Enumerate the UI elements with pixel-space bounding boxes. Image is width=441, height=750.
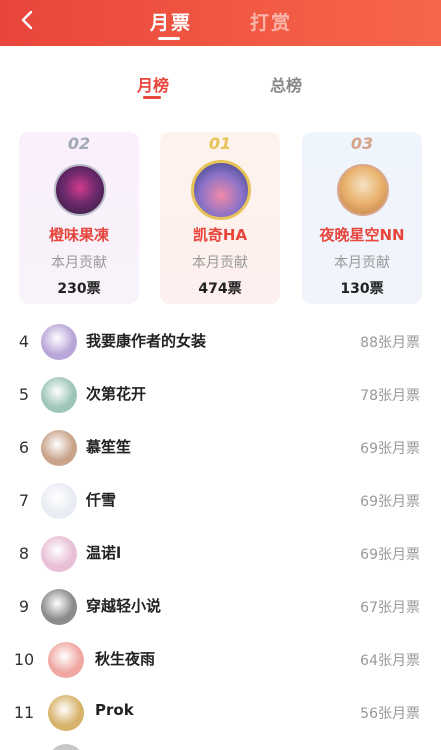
podium-card-third[interactable]: 03 夜晚星空NN 本月贡献 130票 (302, 132, 422, 304)
list-item[interactable]: 4 我要康作者的女装 88张月票 (0, 318, 441, 371)
user-name: 温诺l (86, 544, 122, 562)
user-name: 穿越轻小说 (86, 597, 162, 615)
top-bar: 月票 打赏 (0, 0, 441, 46)
avatar[interactable] (41, 324, 77, 360)
vote-count: 69张月票 (360, 494, 420, 510)
list-item[interactable]: 9 穿越轻小说 67张月票 (0, 583, 441, 636)
podium-user-name: 凯奇HA (192, 226, 248, 244)
avatar[interactable] (48, 642, 84, 678)
podium-rank-number: 03 (350, 134, 374, 153)
podium-user-name: 夜晚星空NN (319, 226, 405, 244)
list-item[interactable]: 10 秋生夜雨 64张月票 (0, 636, 441, 689)
podium-contribution-label: 本月贡献 (51, 255, 107, 271)
vote-count: 69张月票 (360, 441, 420, 457)
rank-number: 6 (18, 438, 30, 457)
rank-number: 10 (13, 650, 35, 669)
list-item[interactable]: 6 慕笙笙 69张月票 (0, 424, 441, 477)
list-item-partial (0, 742, 441, 750)
avatar[interactable] (41, 589, 77, 625)
avatar[interactable] (337, 164, 389, 216)
list-item[interactable]: 7 仟雪 69张月票 (0, 477, 441, 530)
vote-count: 88张月票 (360, 335, 420, 351)
avatar[interactable] (191, 160, 251, 220)
avatar[interactable] (41, 430, 77, 466)
active-subtab-indicator (143, 96, 161, 99)
user-name: 次第花开 (86, 385, 147, 403)
vote-count: 67张月票 (360, 600, 420, 616)
tab-monthly-ticket[interactable]: 月票 (150, 8, 192, 35)
podium-vote-count: 474票 (198, 281, 242, 297)
podium-rank-number: 01 (208, 134, 232, 153)
avatar[interactable] (41, 483, 77, 519)
rank-number: 4 (18, 332, 30, 351)
user-name: 秋生夜雨 (95, 650, 156, 668)
vote-count: 56张月票 (360, 706, 420, 722)
podium-vote-count: 230票 (57, 281, 101, 297)
podium-contribution-label: 本月贡献 (192, 255, 248, 271)
avatar[interactable] (41, 536, 77, 572)
back-arrow-icon[interactable] (16, 8, 40, 32)
subtab-monthly-rank[interactable]: 月榜 (137, 72, 169, 96)
rank-number: 11 (13, 703, 35, 722)
rank-number: 7 (18, 491, 30, 510)
podium-user-name: 橙味果凍 (48, 226, 109, 244)
tab-tip[interactable]: 打赏 (250, 8, 292, 35)
avatar[interactable] (41, 377, 77, 413)
vote-count: 78张月票 (360, 388, 420, 404)
user-name: Prok (95, 701, 134, 719)
podium-card-first[interactable]: 01 凯奇HA 本月贡献 474票 (160, 132, 280, 304)
subtab-total-rank[interactable]: 总榜 (270, 72, 302, 96)
podium-rank-number: 02 (67, 134, 91, 153)
active-tab-indicator (158, 37, 180, 40)
rank-number: 9 (18, 597, 30, 616)
rank-number: 5 (18, 385, 30, 404)
avatar[interactable] (48, 695, 84, 731)
podium-card-second[interactable]: 02 橙味果凍 本月贡献 230票 (19, 132, 139, 304)
user-name: 我要康作者的女装 (86, 332, 207, 350)
podium-vote-count: 130票 (340, 281, 384, 297)
user-name: 仟雪 (86, 491, 117, 509)
podium-contribution-label: 本月贡献 (334, 255, 390, 271)
list-item[interactable]: 11 Prok 56张月票 (0, 689, 441, 742)
avatar (48, 744, 84, 750)
avatar[interactable] (54, 164, 106, 216)
list-item[interactable]: 8 温诺l 69张月票 (0, 530, 441, 583)
rank-number: 8 (18, 544, 30, 563)
vote-count: 69张月票 (360, 547, 420, 563)
user-name: 慕笙笙 (86, 438, 132, 456)
list-item[interactable]: 5 次第花开 78张月票 (0, 371, 441, 424)
vote-count: 64张月票 (360, 653, 420, 669)
